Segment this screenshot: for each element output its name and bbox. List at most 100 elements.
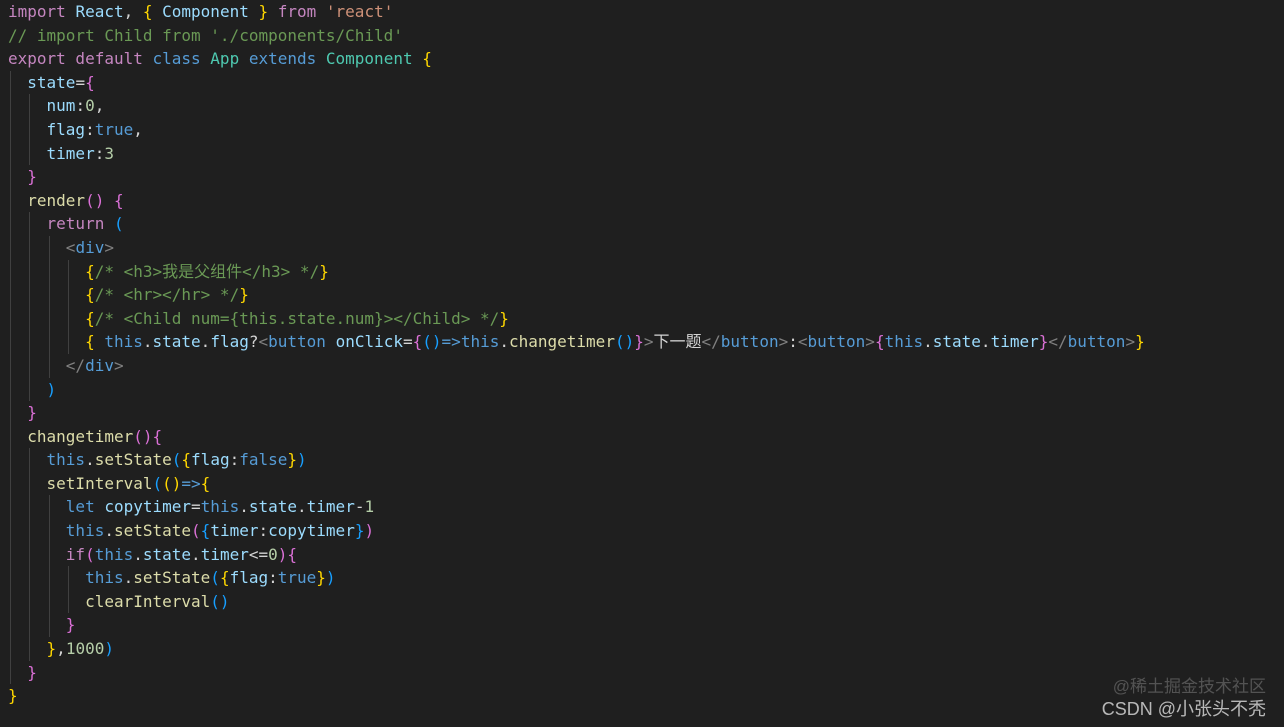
indent-guide [67, 566, 69, 590]
indent-guide [48, 589, 50, 614]
code-token: { [113, 190, 124, 210]
code-token: <= [248, 544, 269, 564]
code-token: 1000 [65, 639, 105, 659]
code-line[interactable]: flag: true, [8, 117, 1145, 142]
code-token: button [1067, 332, 1126, 352]
code-token: 1 [364, 497, 375, 517]
indent-guide [67, 259, 69, 284]
code-token: : [268, 568, 278, 588]
code-line[interactable]: setInterval(() =>{ [8, 471, 1145, 496]
code-token: { [181, 450, 192, 470]
code-token: ) [104, 639, 114, 659]
code-line[interactable]: changetimer(){ [8, 424, 1145, 449]
code-token: this [104, 332, 143, 352]
code-content[interactable]: import React, { Component } from 'react'… [8, 0, 1145, 708]
code-editor[interactable]: import React, { Component } from 'react'… [0, 0, 1284, 727]
indent-guide [48, 259, 50, 284]
indent-guide [29, 589, 31, 614]
indent-guide [67, 283, 69, 307]
code-line[interactable]: this. setState({timer: copytimer}) [8, 519, 1145, 543]
indent-guide [67, 330, 69, 354]
indent-guide [10, 424, 11, 449]
code-token: num [8, 96, 76, 116]
code-line[interactable]: render() { [8, 188, 1145, 213]
code-token: > [865, 332, 875, 352]
code-token: () [422, 332, 442, 352]
code-token: 0 [268, 544, 278, 564]
code-line[interactable]: }, 1000) [8, 637, 1145, 661]
code-token: . [980, 332, 991, 352]
code-line[interactable]: } [8, 401, 1145, 425]
code-line[interactable]: { this. state. flag? < button onClick ={() => t… [8, 330, 1145, 354]
code-line[interactable]: } [8, 684, 1145, 708]
indent-guide [10, 235, 11, 260]
code-token: } [8, 662, 37, 682]
code-line[interactable]: // import Child from './components/Child… [8, 24, 1145, 48]
code-token: . [123, 568, 134, 588]
code-token: = [191, 497, 201, 517]
indent-guide [48, 306, 50, 331]
indent-guide [29, 353, 31, 378]
code-line[interactable]: {/* <hr></hr> */} [8, 283, 1145, 307]
code-token: (){ [133, 426, 163, 446]
code-token: } [319, 261, 329, 281]
code-token: Component [325, 49, 423, 69]
code-line[interactable]: num:0, [8, 94, 1145, 118]
code-token: () [85, 190, 105, 210]
indent-guide [29, 542, 31, 567]
code-line[interactable]: } [8, 165, 1145, 189]
code-token: , [94, 96, 105, 116]
code-token: { [219, 568, 230, 588]
indent-guide [29, 377, 31, 402]
code-line[interactable]: {/* <Child num={this.state.num}></Child>… [8, 306, 1145, 331]
code-token: < [8, 237, 76, 257]
code-line[interactable]: < div > [8, 235, 1145, 260]
code-line[interactable]: </div > [8, 353, 1145, 378]
code-token: button [807, 332, 866, 352]
code-line[interactable]: } [8, 613, 1145, 638]
code-line[interactable]: state ={ [8, 70, 1145, 95]
indent-guide [10, 117, 11, 142]
code-token: { [8, 308, 95, 328]
code-token: export default [8, 49, 153, 69]
code-token: true [277, 568, 317, 588]
code-token: import [8, 2, 76, 21]
code-token: > [104, 237, 114, 257]
code-token: setState [133, 568, 211, 588]
code-line[interactable]: export default class App extends Compone… [8, 47, 1145, 71]
code-token: . [499, 332, 509, 352]
code-token: div [85, 355, 114, 375]
code-token: . [297, 497, 307, 517]
code-line[interactable]: if(this. state. timer <= 0){ [8, 542, 1145, 567]
code-line[interactable]: return ( [8, 212, 1145, 236]
code-token: { [874, 332, 885, 352]
code-token: ( [113, 214, 124, 234]
indent-guide [10, 401, 11, 425]
code-line[interactable]: timer:3 [8, 141, 1145, 166]
code-line[interactable]: this. setState({flag: false}) [8, 448, 1145, 472]
code-line[interactable]: import React, { Component } from 'react' [8, 0, 1145, 24]
indent-guide [10, 212, 11, 236]
code-token: , [56, 639, 66, 659]
code-line[interactable]: clearInterval() [8, 589, 1145, 614]
code-token: from [268, 2, 326, 21]
code-token: button [720, 332, 779, 352]
indent-guide [10, 613, 11, 638]
code-token: class [152, 49, 211, 69]
indent-guide [29, 141, 31, 166]
code-token: . [200, 332, 211, 352]
code-token: : [85, 119, 95, 139]
code-token: state [142, 544, 192, 564]
code-token: : [75, 96, 86, 116]
code-token: copytimer [104, 497, 192, 517]
indent-guide [10, 637, 11, 661]
code-line[interactable]: } [8, 660, 1145, 685]
code-token: div [75, 237, 105, 257]
code-token: . [923, 332, 933, 352]
code-line[interactable]: {/* <h3>我是父组件</h3> */} [8, 259, 1145, 284]
code-line[interactable]: this. setState({flag: true}) [8, 566, 1145, 590]
code-token: { [200, 473, 211, 493]
code-token: < [258, 332, 269, 352]
code-line[interactable]: let copytimer = this. state. timer -1 [8, 495, 1145, 520]
code-line[interactable]: ) [8, 377, 1145, 402]
